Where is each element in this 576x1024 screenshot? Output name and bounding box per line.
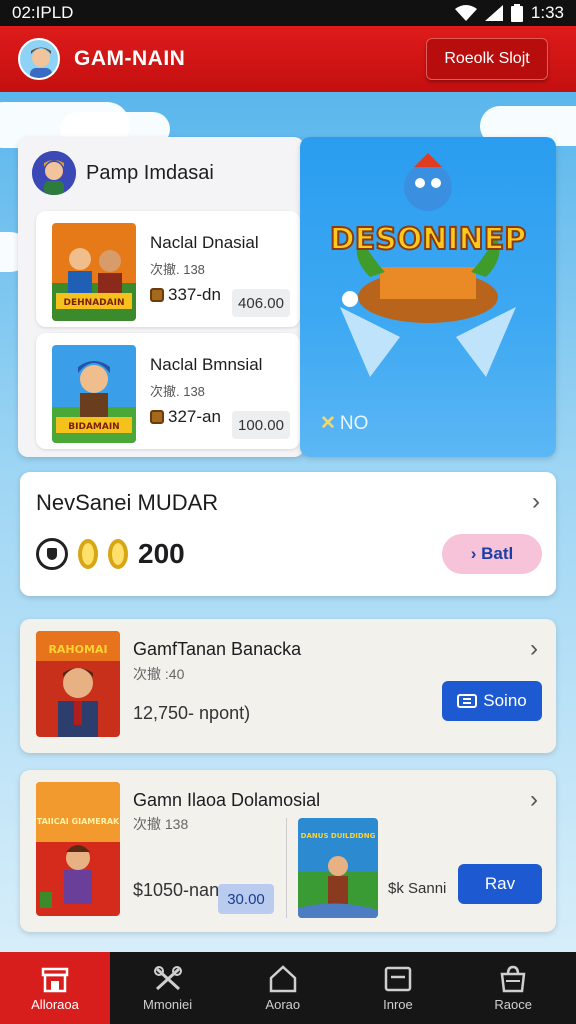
app-title: GAM-NAIN (74, 47, 186, 70)
nav-item-bag[interactable]: Raoce (456, 952, 571, 1024)
svg-text:BIDAMAIN: BIDAMAIN (68, 422, 119, 432)
hero-artwork: DESONINEP (329, 153, 527, 377)
svg-text:DEHNADAIN: DEHNADAIN (64, 298, 125, 308)
divider (286, 818, 287, 918)
item-coins: 337-dn (150, 285, 221, 305)
battery-icon (510, 4, 523, 22)
item-title: GamfTanan Banacka (133, 639, 302, 659)
ticket-icon (457, 694, 478, 708)
game-thumbnail: RAHOMAI (36, 631, 120, 737)
inbox-icon (383, 965, 413, 993)
tools-icon (153, 965, 183, 993)
svg-text:TAIICAI GIAMERAK: TAIICAI GIAMERAK (37, 817, 120, 826)
profile-avatar[interactable] (18, 38, 60, 80)
item-subtitle: 次撤 :40 (133, 666, 185, 682)
list-item[interactable]: TAIICAI GIAMERAK Gamn Ilaoa Dolamosial 次… (20, 770, 556, 932)
promo-item[interactable]: BIDAMAIN Naclal Bmnsial 次撤. 138 327-an 1… (36, 333, 300, 449)
close-icon: ✕ (320, 413, 336, 434)
item-action-button[interactable]: Rav (458, 864, 542, 904)
hero-caption: ✕ NO (320, 412, 369, 435)
promo-avatar (32, 151, 76, 195)
item-subtitle: 次撤. 138 (150, 384, 205, 399)
shield-icon (36, 538, 68, 570)
item-action-button[interactable]: Soino (442, 681, 542, 721)
item-price[interactable]: 406.00 (232, 289, 290, 317)
status-clock: 1:33 (530, 3, 564, 22)
item-coins: 327-an (150, 407, 221, 427)
status-bar: 02:IPLD 1:33 (0, 0, 576, 26)
item-price[interactable]: 100.00 (232, 411, 290, 439)
reward-button[interactable]: › Batl (442, 534, 542, 574)
app-bar: GAM-NAIN Roeolk Slojt (0, 26, 576, 92)
home-icon (268, 964, 298, 993)
bag-icon (498, 965, 528, 993)
item-title: Gamn Ilaoa Dolamosial (133, 790, 321, 810)
coin-icon (150, 288, 164, 302)
item-price[interactable]: 30.00 (218, 884, 274, 914)
svg-text:RAHOMAI: RAHOMAI (48, 643, 107, 656)
reward-card[interactable]: NevSanei MUDAR › 200 › Batl (20, 472, 556, 596)
game-thumbnail: BIDAMAIN (52, 345, 136, 443)
list-item[interactable]: RAHOMAI GamfTanan Banacka 次撤 :40 12,750-… (20, 619, 556, 753)
nav-item-tools[interactable]: Mmoniei (110, 952, 225, 1024)
status-icons: 1:33 (454, 3, 564, 23)
nav-item-store[interactable]: Alloraoa (0, 952, 110, 1024)
chevron-right-icon[interactable]: › (532, 488, 540, 516)
item-value: $1050-nan (133, 880, 220, 900)
game-thumbnail: TAIICAI GIAMERAK (36, 782, 120, 916)
wifi-icon (454, 5, 477, 21)
reward-row: 200 (36, 538, 185, 570)
hero-banner[interactable]: DESONINEP ✕ NO (300, 137, 556, 457)
chevron-right-icon[interactable]: › (530, 635, 538, 663)
svg-text:DESONINEP: DESONINEP (330, 222, 526, 257)
store-icon (40, 965, 70, 993)
item-title: Naclal Bmnsial (150, 355, 263, 374)
promo-header: Pamp Imdasai (32, 151, 214, 195)
promo-card: Pamp Imdasai DEHNADAIN Naclal Dnasial 次撤… (18, 137, 304, 457)
chevron-right-icon[interactable]: › (530, 786, 538, 814)
svg-text:DANUS DUILDIDNG: DANUS DUILDIDNG (301, 832, 376, 840)
item-subtitle: 次撤. 138 (150, 262, 205, 277)
gold-coin-icon (78, 539, 98, 569)
game-thumbnail: DEHNADAIN (52, 223, 136, 321)
promo-title: Pamp Imdasai (86, 161, 214, 184)
item-extra-label: $k Sanni (388, 880, 447, 897)
signal-icon (484, 5, 503, 21)
coin-icon (150, 410, 164, 424)
bottom-navigation: Alloraoa Mmoniei Aorao Inroe Raoce (0, 952, 576, 1024)
reward-value: 200 (138, 538, 185, 569)
promo-item[interactable]: DEHNADAIN Naclal Dnasial 次撤. 138 337-dn … (36, 211, 300, 327)
status-time: 02:IPLD (12, 3, 74, 22)
nav-item-inbox[interactable]: Inroe (340, 952, 455, 1024)
item-title: Naclal Dnasial (150, 233, 259, 252)
header-action-button[interactable]: Roeolk Slojt (426, 38, 548, 80)
reward-title: NevSanei MUDAR (36, 490, 219, 515)
gold-coin-icon (108, 539, 128, 569)
item-value: 12,750- npont) (133, 703, 251, 723)
item-subtitle: 次撤 138 (133, 816, 189, 832)
game-thumbnail: DANUS DUILDIDNG (298, 818, 378, 918)
nav-item-home[interactable]: Aorao (225, 952, 340, 1024)
